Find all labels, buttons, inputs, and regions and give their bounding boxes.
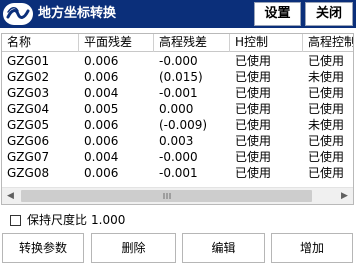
keep-scale-option[interactable]: 保持尺度比 1.000 [10,212,125,228]
cell-plane-residual: 0.006 [84,134,119,148]
table-row[interactable]: GZG01 0.006 -0.000 已使用 已使用 [2,53,353,69]
column-header-height-control[interactable]: 高程控制 [303,34,353,52]
cell-h-control: 已使用 [235,166,272,180]
cell-height-control: 未使用 [308,118,345,132]
cell-height-control: 已使用 [308,54,345,68]
close-button[interactable]: 关闭 [305,2,353,26]
cell-height-residual: -0.001 [159,166,198,180]
keep-scale-label: 保持尺度比 [27,213,88,227]
cell-plane-residual: 0.006 [84,118,119,132]
scroll-right-icon[interactable]: ▶ [336,188,353,204]
cell-plane-residual: 0.006 [84,54,119,68]
cell-h-control: 已使用 [235,70,272,84]
cell-plane-residual: 0.004 [84,150,119,164]
cell-name: GZG07 [7,150,50,164]
cell-name: GZG06 [7,134,50,148]
list-header: 名称 平面残差 高程残差 H控制 高程控制 [2,34,353,52]
cell-height-control: 未使用 [308,70,345,84]
table-row[interactable]: GZG08 0.006 -0.001 已使用 已使用 [2,165,353,181]
add-button[interactable]: 增加 [271,233,353,263]
cell-height-control: 已使用 [308,102,345,116]
cell-h-control: 已使用 [235,150,272,164]
cell-height-control: 已使用 [308,166,345,180]
cell-name: GZG02 [7,70,50,84]
cell-plane-residual: 0.004 [84,86,119,100]
table-row[interactable]: GZG03 0.004 -0.001 已使用 已使用 [2,85,353,101]
cell-h-control: 已使用 [235,102,272,116]
column-header-h-control[interactable]: H控制 [230,34,303,52]
cell-height-residual: -0.000 [159,54,198,68]
delete-button[interactable]: 删除 [91,233,176,263]
column-header-name[interactable]: 名称 [2,34,79,52]
cell-height-residual: -0.001 [159,86,198,100]
cell-height-control: 已使用 [308,150,345,164]
scrollbar-thumb[interactable] [21,190,312,202]
window-title: 地方坐标转换 [38,6,117,21]
cell-height-residual: (0.015) [159,70,203,84]
column-header-plane-residual[interactable]: 平面残差 [79,34,154,52]
scroll-left-icon[interactable]: ◀ [2,188,19,204]
cell-plane-residual: 0.006 [84,166,119,180]
cell-name: GZG05 [7,118,50,132]
horizontal-scrollbar[interactable]: ◀ ▶ [2,187,353,204]
scale-value: 1.000 [91,213,126,227]
cell-name: GZG01 [7,54,50,68]
cell-h-control: 已使用 [235,134,272,148]
cell-height-residual: -0.000 [159,150,198,164]
column-header-height-residual[interactable]: 高程残差 [154,34,230,52]
table-row[interactable]: GZG06 0.006 0.003 已使用 已使用 [2,133,353,149]
cell-height-residual: 0.000 [159,102,194,116]
title-bar: 地方坐标转换 设置 关闭 [0,0,356,28]
grip-icon [163,193,170,199]
cell-height-control: 已使用 [308,86,345,100]
cell-plane-residual: 0.005 [84,102,119,116]
cell-h-control: 已使用 [235,54,272,68]
cell-h-control: 已使用 [235,86,272,100]
table-row[interactable]: GZG04 0.005 0.000 已使用 已使用 [2,101,353,117]
app-logo-icon [3,3,33,25]
convert-params-button[interactable]: 转换参数 [2,233,84,263]
cell-h-control: 已使用 [235,118,272,132]
control-points-list[interactable]: 名称 平面残差 高程残差 H控制 高程控制 GZG01 0.006 -0.000… [1,33,354,205]
cell-height-residual: 0.003 [159,134,194,148]
cell-plane-residual: 0.006 [84,70,119,84]
table-row[interactable]: GZG07 0.004 -0.000 已使用 已使用 [2,149,353,165]
settings-button[interactable]: 设置 [254,2,301,26]
cell-height-residual: (-0.009) [159,118,208,132]
edit-button[interactable]: 编辑 [182,233,265,263]
cell-name: GZG04 [7,102,50,116]
table-row[interactable]: GZG05 0.006 (-0.009) 已使用 未使用 [2,117,353,133]
list-rows: GZG01 0.006 -0.000 已使用 已使用 GZG02 0.006 (… [2,53,353,181]
cell-name: GZG08 [7,166,50,180]
cell-height-control: 已使用 [308,134,345,148]
table-row[interactable]: GZG02 0.006 (0.015) 已使用 未使用 [2,69,353,85]
keep-scale-checkbox[interactable] [10,214,21,226]
cell-name: GZG03 [7,86,50,100]
